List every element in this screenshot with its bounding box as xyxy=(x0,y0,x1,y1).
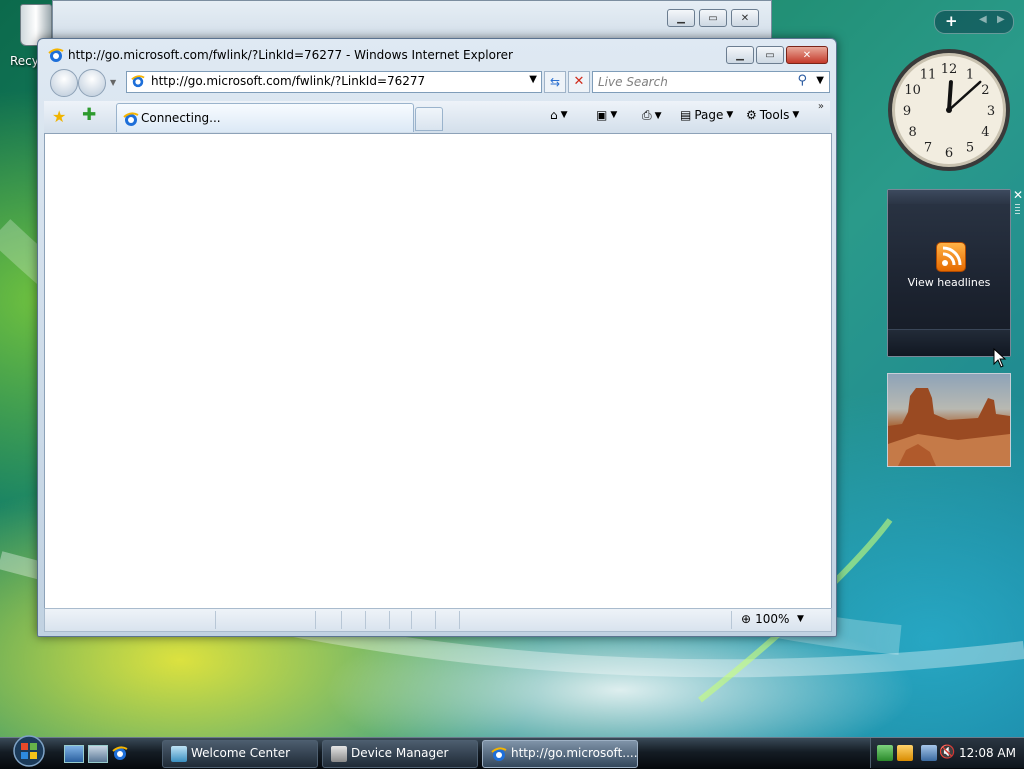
search-icon[interactable]: ⚲ xyxy=(797,73,807,88)
page-ie-icon xyxy=(131,75,145,88)
address-bar[interactable]: http://go.microsoft.com/fwlink/?LinkId=7… xyxy=(126,71,542,93)
window-title: http://go.microsoft.com/fwlink/?LinkId=7… xyxy=(68,48,513,62)
notification-area: 🔇 12:08 AM xyxy=(870,738,1024,768)
clock-numeral: 12 xyxy=(941,62,958,77)
page-menu-label: Page xyxy=(694,108,724,122)
taskbar-button-label: Device Manager xyxy=(351,746,449,760)
home-button[interactable]: ⌂ ▼ xyxy=(550,108,568,122)
taskbar-button-device-manager[interactable]: Device Manager xyxy=(322,740,478,768)
add-favorites-icon[interactable]: ✚ xyxy=(82,105,96,125)
maximize-button[interactable]: ▭ xyxy=(756,46,784,64)
security-center-icon[interactable] xyxy=(897,745,913,761)
clock-numeral: 2 xyxy=(981,83,989,98)
tab-row: ★ ✚ Connecting... ⌂ ▼ ▣ ▼ ⎙ ▼ ▤ Page ▼ ⚙ To… xyxy=(44,101,830,133)
gadget-drag-handle[interactable] xyxy=(1015,204,1020,216)
clock-numeral: 3 xyxy=(987,104,995,119)
next-gadgets-icon[interactable]: ▶ xyxy=(997,14,1005,25)
network-icon[interactable] xyxy=(921,745,937,761)
page-dropdown-icon: ▼ xyxy=(726,110,734,120)
taskbar-button-label: Welcome Center xyxy=(191,746,291,760)
rss-icon xyxy=(936,242,966,272)
feeds-button[interactable]: ▣ ▼ xyxy=(596,108,617,122)
tools-dropdown-icon: ▼ xyxy=(792,110,800,120)
address-dropdown-icon[interactable]: ▼ xyxy=(529,74,537,85)
printer-icon: ⎙ xyxy=(642,108,652,122)
zoom-dropdown-icon[interactable]: ▼ xyxy=(797,614,804,624)
device-manager-icon xyxy=(331,746,347,762)
search-options-dropdown-icon[interactable]: ▼ xyxy=(816,75,824,86)
print-dropdown-icon[interactable]: ▼ xyxy=(655,111,662,121)
previous-gadgets-icon[interactable]: ◀ xyxy=(979,14,987,25)
feed-icon: ▣ xyxy=(596,108,608,122)
clock-gadget[interactable]: 12 12 3 45678 9 1011 xyxy=(886,47,1012,173)
home-dropdown-icon[interactable]: ▼ xyxy=(561,110,568,120)
clock-numeral: 9 xyxy=(903,104,911,119)
bg-maximize-button[interactable]: ▭ xyxy=(699,9,727,27)
landscape-photo xyxy=(888,388,1010,466)
tools-menu-button[interactable]: ⚙ Tools ▼ xyxy=(746,108,799,122)
gadget-close-icon[interactable]: ✕ xyxy=(1013,188,1023,202)
clock-numeral: 1 xyxy=(966,68,974,83)
view-headlines-link[interactable]: View headlines xyxy=(888,276,1010,289)
show-desktop-icon[interactable] xyxy=(64,745,84,763)
clock-numeral: 11 xyxy=(920,68,937,83)
clock-numeral: 8 xyxy=(908,125,916,140)
search-box[interactable]: Live Search ⚲ ▼ xyxy=(592,71,830,93)
home-icon: ⌂ xyxy=(550,108,558,122)
close-button[interactable]: ✕ xyxy=(786,46,828,64)
ie-window: http://go.microsoft.com/fwlink/?LinkId=7… xyxy=(37,38,837,637)
tab-label: Connecting... xyxy=(141,111,221,125)
mouse-cursor xyxy=(993,348,1007,368)
feeds-dropdown-icon[interactable]: ▼ xyxy=(610,110,617,120)
add-gadget-button[interactable]: + xyxy=(945,12,958,30)
feed-headlines-gadget[interactable]: View headlines xyxy=(887,189,1011,357)
taskbar-button-welcome-center[interactable]: Welcome Center xyxy=(162,740,318,768)
tools-menu-label: Tools xyxy=(759,108,790,122)
toolbar-overflow-chevron-icon[interactable]: » xyxy=(818,101,824,112)
page-icon: ▤ xyxy=(680,108,692,122)
address-row: ▼ http://go.microsoft.com/fwlink/?LinkId… xyxy=(46,69,830,97)
clock-numeral: 4 xyxy=(981,125,989,140)
taskbar-ie-icon xyxy=(491,747,507,761)
zoom-level: 100% xyxy=(755,612,790,626)
taskbar-clock[interactable]: 12:08 AM xyxy=(959,746,1016,760)
clock-numeral: 6 xyxy=(945,146,953,161)
status-bar: ⊕ 100% ▼ xyxy=(44,608,832,632)
welcome-center-icon xyxy=(171,746,187,762)
search-placeholder: Live Search xyxy=(598,75,668,89)
refresh-button[interactable]: ⇆ xyxy=(544,71,566,93)
new-tab-button[interactable] xyxy=(415,107,443,131)
sidebar-controls: + ◀ ▶ xyxy=(934,10,1014,34)
start-button[interactable] xyxy=(8,734,50,768)
clock-numeral: 10 xyxy=(904,83,921,98)
tab-ie-icon xyxy=(123,112,139,126)
title-bar[interactable]: http://go.microsoft.com/fwlink/?LinkId=7… xyxy=(38,39,836,69)
clock-numeral: 7 xyxy=(924,140,932,155)
bg-close-button[interactable]: ✕ xyxy=(731,9,759,27)
stop-button[interactable]: ✕ xyxy=(568,71,590,93)
tab-current[interactable]: Connecting... xyxy=(116,103,414,132)
zoom-magnifier-icon: ⊕ xyxy=(741,612,752,626)
clock-numeral: 5 xyxy=(966,140,974,155)
windows-defender-icon[interactable] xyxy=(877,745,893,761)
ie-logo-icon xyxy=(48,48,64,62)
zoom-control[interactable]: ⊕ 100% xyxy=(741,612,789,626)
gear-icon: ⚙ xyxy=(746,108,757,122)
page-content-area[interactable] xyxy=(44,133,832,609)
recent-pages-dropdown[interactable]: ▼ xyxy=(110,78,116,87)
quicklaunch-ie-icon[interactable] xyxy=(111,745,129,761)
switch-windows-icon[interactable] xyxy=(88,745,108,763)
favorites-center-star-icon[interactable]: ★ xyxy=(52,107,66,126)
print-button[interactable]: ⎙ ▼ xyxy=(642,108,662,123)
minimize-button[interactable]: ▁ xyxy=(726,46,754,64)
back-button[interactable] xyxy=(50,69,78,97)
slideshow-gadget[interactable] xyxy=(887,373,1011,467)
taskbar-button-label: http://go.microsoft.... xyxy=(511,746,638,760)
volume-muted-icon[interactable]: 🔇 xyxy=(939,745,955,761)
page-menu-button[interactable]: ▤ Page ▼ xyxy=(680,108,733,122)
bg-minimize-button[interactable]: ▁ xyxy=(667,9,695,27)
address-url: http://go.microsoft.com/fwlink/?LinkId=7… xyxy=(151,74,426,88)
taskbar-button-ie[interactable]: http://go.microsoft.... xyxy=(482,740,638,768)
forward-button[interactable] xyxy=(78,69,106,97)
